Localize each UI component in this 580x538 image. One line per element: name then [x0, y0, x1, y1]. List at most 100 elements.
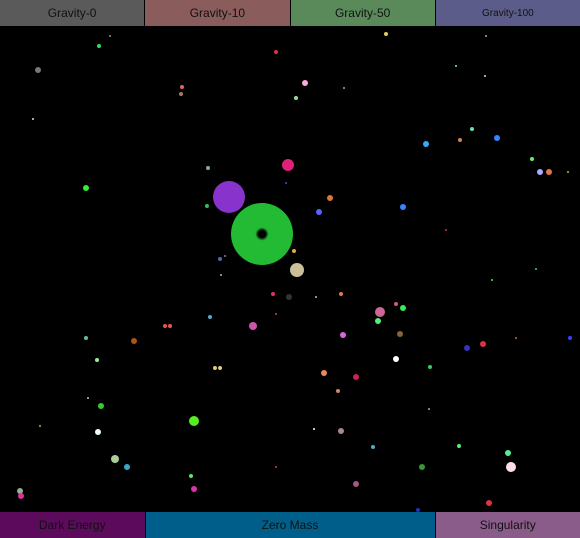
particle — [375, 318, 381, 324]
singularity-button[interactable]: Singularity — [435, 512, 580, 538]
particle — [464, 345, 470, 351]
particle — [313, 428, 315, 430]
particle — [371, 445, 375, 449]
particle — [95, 429, 101, 435]
particle — [530, 157, 534, 161]
particle — [189, 474, 193, 478]
large-purple-body — [213, 181, 245, 213]
particle — [445, 229, 447, 231]
particle — [285, 182, 287, 184]
particle — [189, 416, 199, 426]
particle — [494, 135, 500, 141]
particle — [567, 171, 569, 173]
particle — [457, 444, 461, 448]
particle — [179, 92, 183, 96]
particle — [428, 408, 430, 410]
particle — [302, 80, 308, 86]
particle — [191, 486, 197, 492]
particle — [163, 324, 167, 328]
particle — [249, 322, 257, 330]
particle — [340, 332, 346, 338]
gravity-50-button[interactable]: Gravity-50 — [290, 0, 436, 26]
particle — [124, 464, 130, 470]
particle — [315, 296, 317, 298]
mode-toolbar: Dark Energy Zero Mass Singularity — [0, 512, 580, 538]
particle — [18, 493, 24, 499]
particle — [423, 141, 429, 147]
particle — [491, 279, 493, 281]
particle — [419, 464, 425, 470]
particle — [224, 255, 226, 257]
particle — [343, 87, 345, 89]
particle — [384, 32, 388, 36]
particle — [375, 307, 385, 317]
particle — [83, 185, 89, 191]
particle — [397, 331, 403, 337]
gravity-0-button[interactable]: Gravity-0 — [0, 0, 146, 26]
dark-energy-button[interactable]: Dark Energy — [0, 512, 146, 538]
particle — [220, 274, 222, 276]
particle — [339, 292, 343, 296]
particle — [97, 44, 101, 48]
particle — [428, 365, 432, 369]
particle — [275, 466, 277, 468]
particle — [39, 425, 41, 427]
gravity-toolbar: Gravity-0 Gravity-10 Gravity-50 Gravity-… — [0, 0, 580, 26]
black-hole-core — [250, 222, 274, 246]
particle — [109, 35, 111, 37]
particle — [400, 305, 406, 311]
particle — [505, 450, 511, 456]
particle — [336, 389, 340, 393]
zero-mass-button[interactable]: Zero Mass — [145, 512, 436, 538]
particle — [393, 356, 399, 362]
particle — [353, 481, 359, 487]
particle — [546, 169, 552, 175]
particle — [168, 324, 172, 328]
particle — [394, 302, 398, 306]
particle — [274, 50, 278, 54]
particle — [294, 96, 298, 100]
particle — [338, 428, 344, 434]
particle — [515, 337, 517, 339]
particle — [282, 159, 294, 171]
particle — [208, 315, 212, 319]
particle — [484, 75, 486, 77]
particle — [568, 336, 572, 340]
particle — [218, 257, 222, 261]
particle — [455, 65, 457, 67]
particle — [205, 204, 209, 208]
particle — [271, 292, 275, 296]
particle — [485, 35, 487, 37]
particle — [286, 294, 292, 300]
particle — [275, 313, 277, 315]
particle — [458, 138, 462, 142]
simulation-canvas[interactable] — [0, 26, 580, 512]
particle — [400, 204, 406, 210]
particle — [353, 374, 359, 380]
gravity-10-button[interactable]: Gravity-10 — [145, 0, 291, 26]
particle — [537, 169, 543, 175]
particle — [218, 366, 222, 370]
particle — [95, 358, 99, 362]
particle — [316, 209, 322, 215]
particle — [321, 370, 327, 376]
particle — [17, 488, 23, 494]
particle — [327, 195, 333, 201]
particle — [35, 67, 41, 73]
particle-field — [17, 32, 572, 512]
gravity-100-button[interactable]: Gravity-100 — [435, 0, 580, 26]
particle — [486, 500, 492, 506]
particle — [213, 366, 217, 370]
particle — [87, 397, 89, 399]
particle — [111, 455, 119, 463]
particle — [290, 263, 304, 277]
particle — [98, 403, 104, 409]
particle — [535, 268, 537, 270]
particle — [180, 85, 184, 89]
particle — [32, 118, 34, 120]
particle — [206, 166, 210, 170]
particle — [131, 338, 137, 344]
particle — [480, 341, 486, 347]
particle — [506, 462, 516, 472]
particle — [292, 249, 296, 253]
